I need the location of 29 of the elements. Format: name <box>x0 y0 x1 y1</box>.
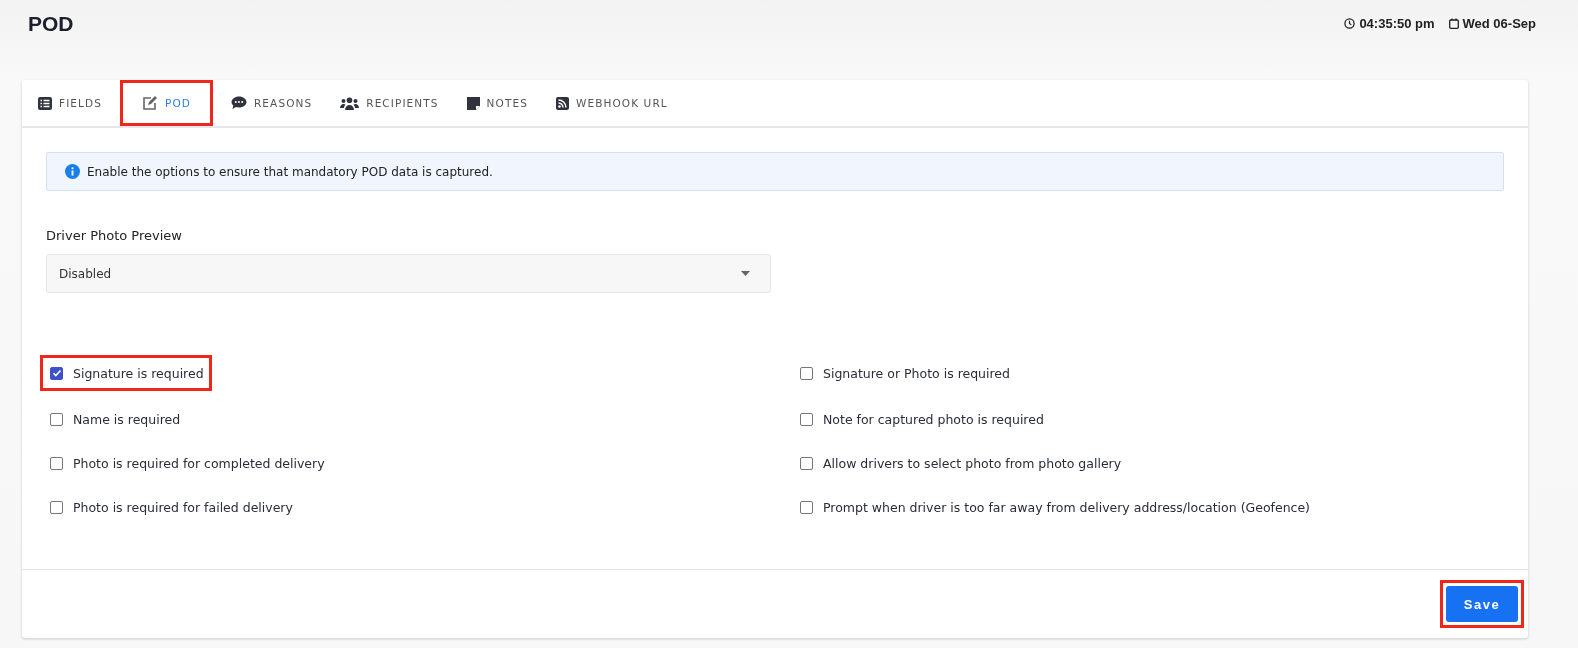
option-label: Photo is required for failed delivery <box>73 499 293 515</box>
tab[interactable]: REASONS <box>222 82 321 124</box>
tab[interactable]: POD <box>122 82 211 124</box>
date-text: Wed 06-Sep <box>1462 16 1536 31</box>
option-label: Signature or Photo is required <box>823 365 1010 381</box>
option-label: Signature is required <box>73 365 204 381</box>
checkbox-option[interactable]: Prompt when driver is too far away from delivery address/location (Geofence) <box>796 485 1322 529</box>
page-title: POD <box>28 11 74 36</box>
checkbox-option[interactable]: Photo is required for completed delivery <box>46 441 337 485</box>
checkbox-option[interactable]: Allow drivers to select photo from photo gallery <box>796 441 1134 485</box>
tab[interactable]: WEBHOOK URL <box>547 82 676 124</box>
option-label: Photo is required for completed delivery <box>73 455 325 471</box>
info-text: Enable the options to ensure that mandatory POD data is captured. <box>87 164 493 179</box>
tab[interactable]: NOTES <box>458 82 536 124</box>
tab[interactable]: RECIPIENTS <box>332 82 447 124</box>
field-label: Driver Photo Preview <box>46 228 183 243</box>
time-text: 04:35:50 pm <box>1359 16 1435 31</box>
option-label: Allow drivers to select photo from photo gallery <box>823 455 1122 471</box>
checkbox-option[interactable]: Signature or Photo is required <box>796 351 1022 395</box>
checkbox-option[interactable]: Note for captured photo is required <box>796 397 1056 441</box>
tab[interactable]: FIELDS <box>30 82 110 124</box>
option-label: Prompt when driver is too far away from delivery address/location (Geofence) <box>823 499 1310 515</box>
option-label: Note for captured photo is required <box>823 411 1044 427</box>
checkbox-option[interactable]: Signature is required <box>36 351 216 395</box>
save-button[interactable]: Save <box>1446 586 1518 622</box>
checkbox-option[interactable]: Photo is required for failed delivery <box>46 485 305 529</box>
select-field[interactable]: Disabled <box>46 254 771 293</box>
option-label: Name is required <box>73 411 181 427</box>
checkbox-option[interactable]: Name is required <box>46 397 193 441</box>
